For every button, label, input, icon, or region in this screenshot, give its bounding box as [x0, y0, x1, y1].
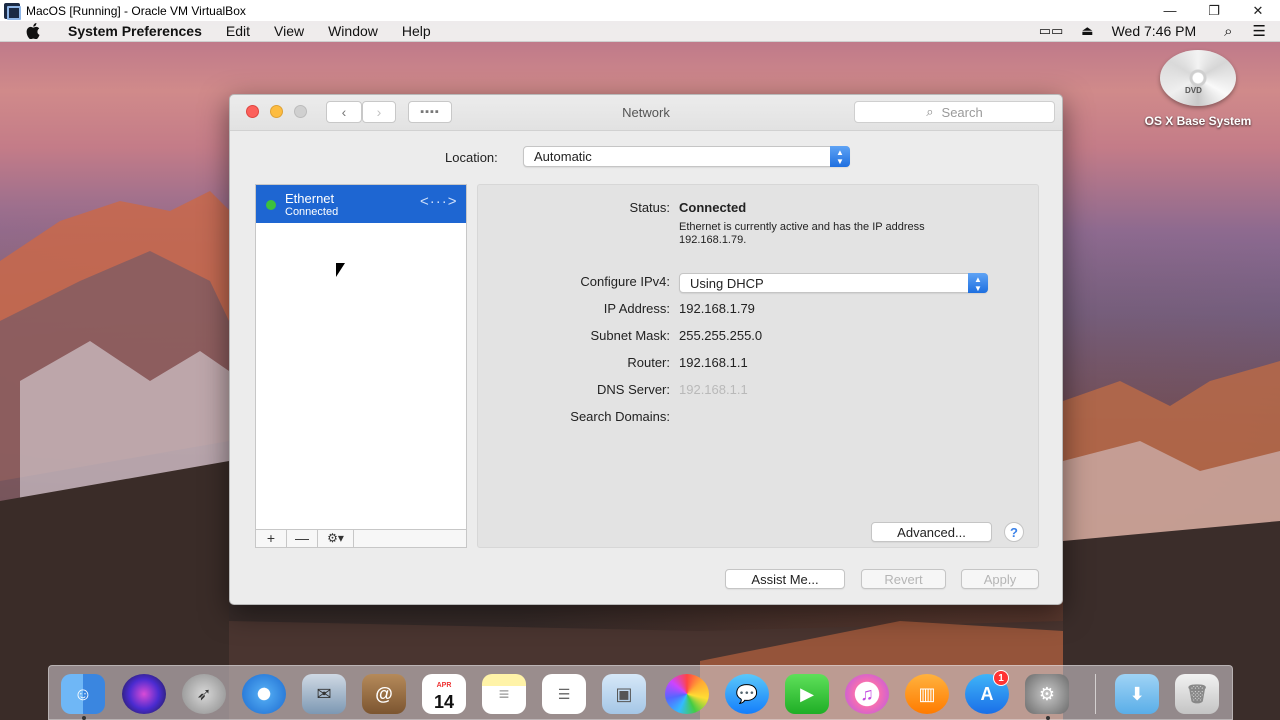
- apply-button[interactable]: Apply: [961, 569, 1039, 589]
- finder-icon[interactable]: ☺: [61, 674, 105, 714]
- host-title-bar: MacOS [Running] - Oracle VM VirtualBox —…: [0, 0, 1280, 21]
- ip-address-value: 192.168.1.79: [679, 301, 755, 316]
- dock: ☺ ➶ ✧ ✉ @ APR 14 ≡ ☰ ▣ 💬 ▶ ♫ ▥ A 1 ⚙ ⬇ 🗑: [48, 665, 1233, 720]
- host-restore-button[interactable]: ❐: [1192, 0, 1236, 21]
- apple-menu-icon[interactable]: [26, 22, 42, 40]
- itunes-icon[interactable]: ♫: [845, 674, 889, 714]
- menu-window[interactable]: Window: [328, 23, 378, 39]
- status-label: Status:: [629, 200, 670, 215]
- menu-clock[interactable]: Wed 7:46 PM: [1112, 23, 1197, 39]
- network-service-list[interactable]: Ethernet Connected <···>: [255, 184, 467, 548]
- virtualbox-icon: [4, 2, 21, 20]
- host-close-button[interactable]: ✕: [1236, 0, 1280, 21]
- photo-booth-icon[interactable]: ▣: [602, 674, 646, 714]
- configure-ipv4-label: Configure IPv4:: [580, 274, 670, 289]
- macos-menu-bar: System Preferences Edit View Window Help…: [0, 21, 1280, 42]
- host-window-title: MacOS [Running] - Oracle VM VirtualBox: [26, 3, 246, 18]
- reminders-icon[interactable]: ☰: [542, 674, 586, 714]
- menu-help[interactable]: Help: [402, 23, 431, 39]
- status-dot-icon: [266, 200, 276, 210]
- spotlight-search-icon[interactable]: ⌕: [1224, 23, 1232, 40]
- search-input[interactable]: ⌕ Search: [854, 101, 1055, 123]
- dvd-disk-tag: DVD: [1185, 86, 1202, 95]
- advanced-button[interactable]: Advanced...: [871, 522, 992, 542]
- notes-icon[interactable]: ≡: [482, 674, 526, 714]
- service-list-toolbar: + — ⚙▾: [255, 529, 467, 548]
- network-preferences-window: ‹ › ▪▪▪▪ Network ⌕ Search Location: Auto…: [229, 94, 1063, 605]
- location-popup[interactable]: Automatic ▲ ▼: [523, 146, 850, 167]
- trash-icon[interactable]: 🗑: [1175, 674, 1219, 714]
- revert-button[interactable]: Revert: [861, 569, 946, 589]
- dvd-disk-label[interactable]: OS X Base System: [1120, 114, 1276, 128]
- router-label: Router:: [627, 355, 670, 370]
- notification-center-icon[interactable]: ☰: [1253, 22, 1266, 40]
- dns-server-value: 192.168.1.1: [679, 382, 748, 397]
- calendar-icon[interactable]: APR 14: [422, 674, 466, 714]
- subnet-mask-value: 255.255.255.0: [679, 328, 763, 343]
- app-store-badge: 1: [993, 670, 1009, 686]
- dock-separator: [1095, 674, 1096, 714]
- window-title-bar[interactable]: ‹ › ▪▪▪▪ Network ⌕ Search: [230, 95, 1062, 131]
- configure-ipv4-popup[interactable]: Using DHCP ▲ ▼: [679, 273, 988, 293]
- updown-chevron-icon: ▲ ▼: [830, 146, 850, 167]
- app-store-icon[interactable]: A 1: [965, 670, 1009, 714]
- system-preferences-icon[interactable]: ⚙: [1025, 674, 1069, 714]
- search-placeholder: Search: [941, 104, 983, 120]
- mouse-cursor-icon: [336, 263, 345, 277]
- configure-ipv4-value: Using DHCP: [690, 275, 764, 291]
- status-value: Connected: [679, 200, 747, 215]
- dvd-disk-icon[interactable]: [1160, 50, 1236, 106]
- service-name: Ethernet: [285, 191, 335, 206]
- dns-server-label: DNS Server:: [597, 382, 670, 397]
- add-service-button[interactable]: +: [256, 530, 287, 547]
- updown-chevron-icon: ▲ ▼: [968, 273, 988, 293]
- siri-icon[interactable]: [122, 674, 166, 714]
- launchpad-icon[interactable]: ➶: [182, 674, 226, 714]
- contacts-icon[interactable]: @: [362, 674, 406, 714]
- service-details-pane: Status: Connected Ethernet is currently …: [477, 184, 1039, 548]
- service-status: Connected: [285, 206, 339, 218]
- menu-app-name[interactable]: System Preferences: [68, 23, 202, 39]
- ip-address-label: IP Address:: [603, 301, 670, 316]
- running-indicator: [1046, 716, 1050, 720]
- ibooks-icon[interactable]: ▥: [905, 674, 949, 714]
- mail-icon[interactable]: ✉: [302, 674, 346, 714]
- assist-me-button[interactable]: Assist Me...: [725, 569, 845, 589]
- eject-icon[interactable]: ⏏: [1081, 23, 1093, 39]
- menu-bar-extras: ▭▭ ⏏ Wed 7:46 PM ⌕ ☰: [1039, 22, 1280, 41]
- status-description: Ethernet is currently active and has the…: [679, 221, 925, 246]
- host-minimize-button[interactable]: —: [1148, 0, 1192, 21]
- downloads-folder-icon[interactable]: ⬇: [1115, 674, 1159, 714]
- gear-menu-button[interactable]: ⚙▾: [318, 530, 354, 547]
- remove-service-button[interactable]: —: [287, 530, 318, 547]
- messages-icon[interactable]: 💬: [725, 674, 769, 714]
- location-label: Location:: [445, 150, 498, 165]
- facetime-icon[interactable]: ▶: [785, 674, 829, 714]
- calendar-day: 14: [433, 692, 455, 712]
- search-icon: ⌕: [926, 104, 934, 119]
- safari-icon[interactable]: ✧: [242, 674, 286, 714]
- host-window-controls: — ❐ ✕: [1148, 0, 1280, 21]
- subnet-mask-label: Subnet Mask:: [590, 328, 671, 343]
- displays-icon[interactable]: ▭▭: [1039, 23, 1064, 39]
- service-item-ethernet[interactable]: Ethernet Connected <···>: [256, 185, 466, 223]
- help-button[interactable]: ?: [1004, 522, 1024, 542]
- menu-view[interactable]: View: [274, 23, 304, 39]
- running-indicator: [82, 716, 86, 720]
- photos-icon[interactable]: [665, 674, 709, 714]
- router-value: 192.168.1.1: [679, 355, 748, 370]
- ethernet-icon: <···>: [420, 193, 458, 210]
- search-domains-label: Search Domains:: [570, 409, 670, 424]
- menu-edit[interactable]: Edit: [226, 23, 250, 39]
- location-value: Automatic: [534, 149, 592, 164]
